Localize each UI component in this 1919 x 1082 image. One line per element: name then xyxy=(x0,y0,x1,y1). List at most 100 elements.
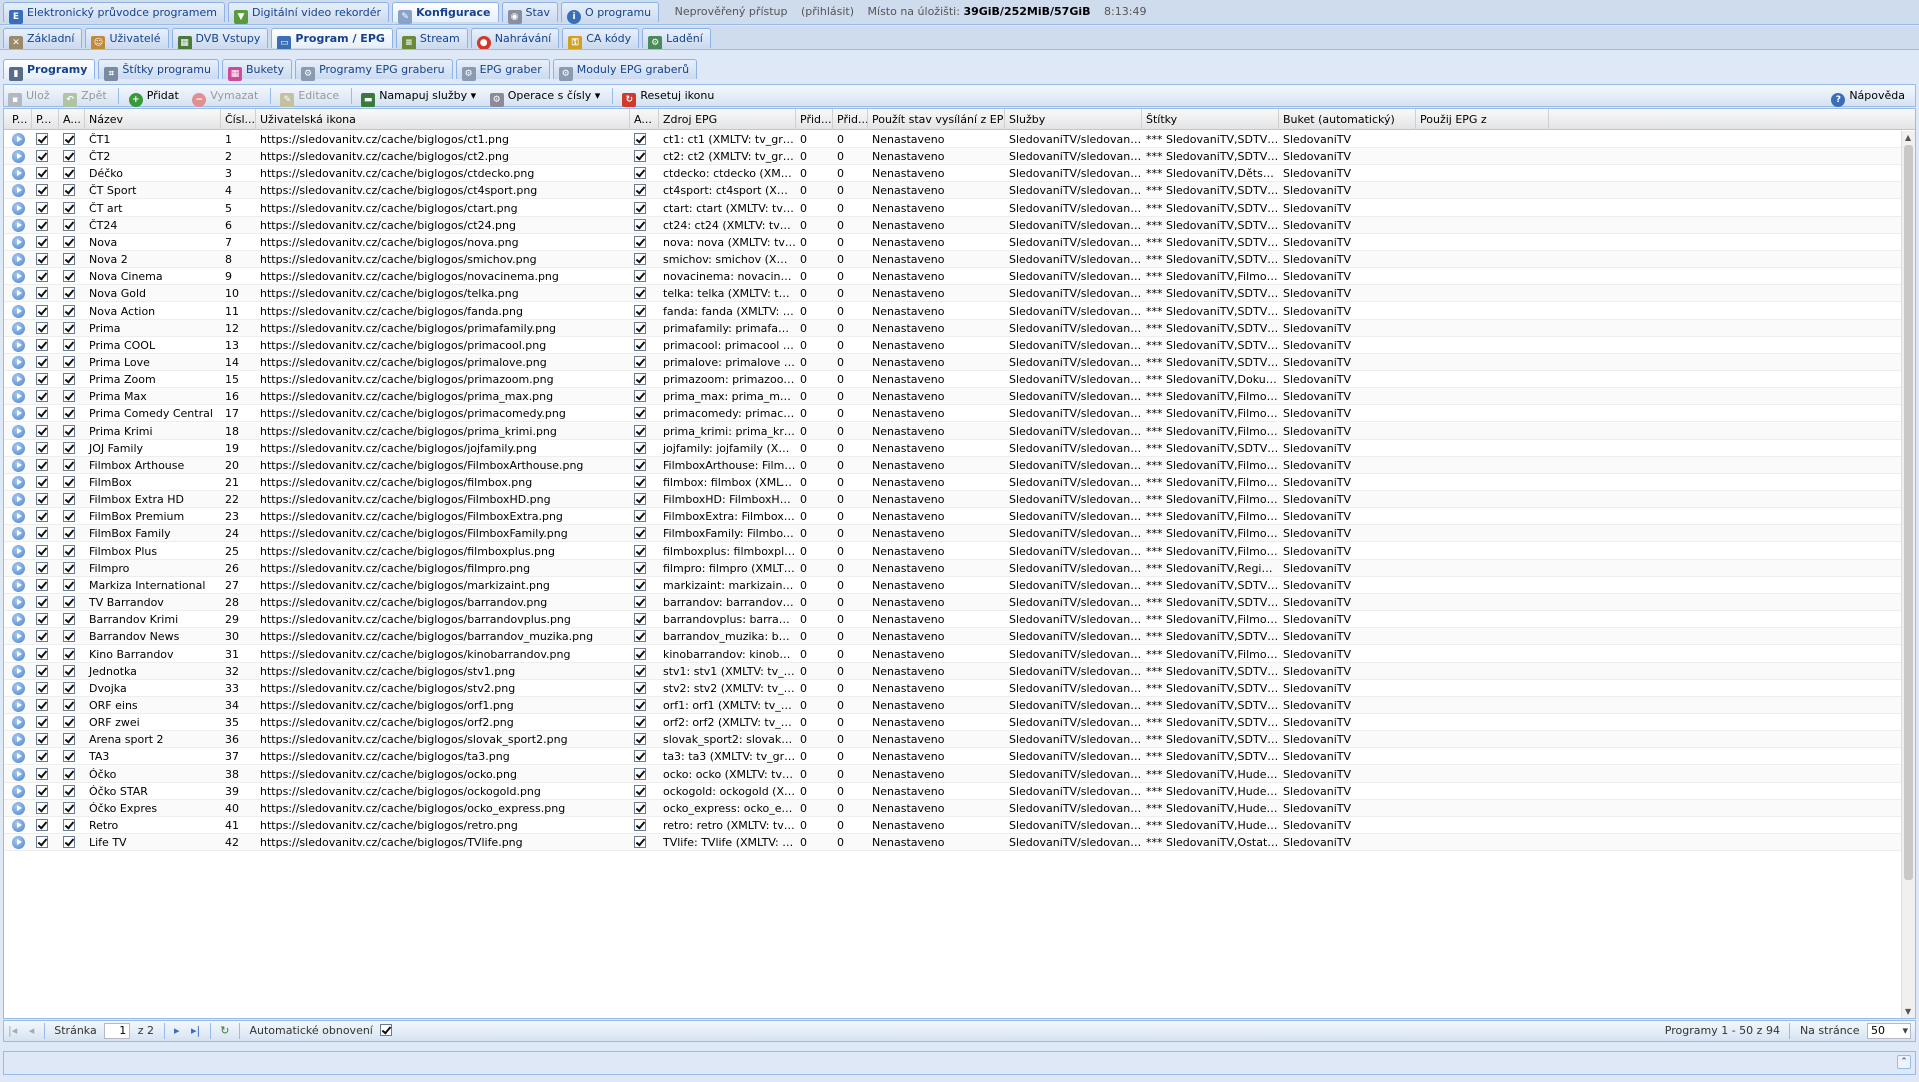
auto-checkbox[interactable] xyxy=(63,201,75,214)
icon-auto-checkbox[interactable] xyxy=(634,716,646,729)
enabled-checkbox[interactable] xyxy=(36,681,48,694)
prev-page-icon[interactable]: ◂ xyxy=(29,1021,35,1041)
icon-auto-checkbox[interactable] xyxy=(634,355,646,368)
auto-checkbox[interactable] xyxy=(63,167,75,180)
tab-tuning[interactable]: ⚙ Ladění xyxy=(642,28,711,49)
icon-auto-checkbox[interactable] xyxy=(634,647,646,660)
table-row[interactable]: Filmbox Plus 25 https://sledovanitv.cz/cac… xyxy=(4,543,1901,560)
help-button[interactable]: ? Nápověda xyxy=(1827,85,1911,107)
play-icon[interactable] xyxy=(12,407,25,421)
table-row[interactable]: Prima Max 16 https://sledovanitv.cz/cache/… xyxy=(4,388,1901,406)
tab-users[interactable]: ☺ Uživatelé xyxy=(85,28,169,49)
column-header[interactable]: Štítky xyxy=(1142,109,1279,130)
enabled-checkbox[interactable] xyxy=(36,544,48,557)
table-row[interactable]: ČT art 5 https://sledovanitv.cz/cache/bigl… xyxy=(4,200,1901,217)
table-row[interactable]: FilmBox Family 24 https://sledovanitv.cz/c… xyxy=(4,525,1901,543)
auto-checkbox[interactable] xyxy=(63,253,75,266)
table-row[interactable]: Óčko STAR 39 https://sledovanitv.cz/cache/… xyxy=(4,783,1901,800)
play-cell[interactable] xyxy=(8,577,32,594)
subtab-grabber-programs[interactable]: ⚙ Programy EPG graberu xyxy=(295,59,453,81)
icon-auto-checkbox[interactable] xyxy=(634,321,646,334)
play-cell[interactable] xyxy=(8,457,32,474)
tab-status[interactable]: ◉ Stav xyxy=(501,2,559,24)
table-row[interactable]: FilmBox 21 https://sledovanitv.cz/cache/bi… xyxy=(4,474,1901,491)
table-row[interactable]: Life TV 42 https://sledovanitv.cz/cache/bi… xyxy=(4,834,1901,852)
subtab-tags[interactable]: ⌗ Štítky programu xyxy=(98,59,219,81)
enabled-checkbox[interactable] xyxy=(36,630,48,643)
enabled-checkbox[interactable] xyxy=(36,510,48,523)
play-cell[interactable] xyxy=(8,560,32,577)
auto-checkbox[interactable] xyxy=(63,235,75,248)
play-icon[interactable] xyxy=(12,784,25,798)
icon-auto-checkbox[interactable] xyxy=(634,441,646,454)
play-cell[interactable] xyxy=(8,748,32,765)
table-row[interactable]: TV Barrandov 28 https://sledovanitv.cz/cac… xyxy=(4,594,1901,612)
save-button[interactable]: ▪ Ulož xyxy=(4,85,56,107)
play-cell[interactable] xyxy=(8,405,32,422)
play-cell[interactable] xyxy=(8,131,32,148)
enabled-checkbox[interactable] xyxy=(36,304,48,317)
play-cell[interactable] xyxy=(8,320,32,337)
play-icon[interactable] xyxy=(12,630,25,644)
auto-checkbox[interactable] xyxy=(63,750,75,763)
play-cell[interactable] xyxy=(8,491,32,508)
auto-checkbox[interactable] xyxy=(63,561,75,574)
play-icon[interactable] xyxy=(12,801,25,815)
icon-auto-checkbox[interactable] xyxy=(634,750,646,763)
table-row[interactable]: ORF zwei 35 https://sledovanitv.cz/cache/b… xyxy=(4,714,1901,732)
enabled-checkbox[interactable] xyxy=(36,424,48,437)
icon-auto-checkbox[interactable] xyxy=(634,664,646,677)
auto-checkbox[interactable] xyxy=(63,733,75,746)
column-header[interactable]: Použij EPG z xyxy=(1416,109,1549,130)
enabled-checkbox[interactable] xyxy=(36,167,48,180)
play-cell[interactable] xyxy=(8,594,32,611)
play-icon[interactable] xyxy=(12,167,25,181)
auto-checkbox[interactable] xyxy=(63,493,75,506)
auto-checkbox[interactable] xyxy=(63,355,75,368)
auto-checkbox[interactable] xyxy=(63,544,75,557)
table-row[interactable]: ČT1 1 https://sledovanitv.cz/cache/biglogo… xyxy=(4,131,1901,148)
table-row[interactable]: ČT2 2 https://sledovanitv.cz/cache/biglogo… xyxy=(4,148,1901,166)
tab-epg[interactable]: E Elektronický průvodce programem xyxy=(3,2,225,24)
enabled-checkbox[interactable] xyxy=(36,253,48,266)
play-icon[interactable] xyxy=(12,819,25,832)
play-cell[interactable] xyxy=(8,234,32,251)
icon-auto-checkbox[interactable] xyxy=(634,338,646,351)
play-icon[interactable] xyxy=(12,716,25,730)
subtab-grabber-modules[interactable]: ⚙ Moduly EPG graberů xyxy=(552,59,698,81)
play-cell[interactable] xyxy=(8,817,32,834)
table-row[interactable]: Déčko 3 https://sledovanitv.cz/cache/biglo… xyxy=(4,165,1901,183)
play-cell[interactable] xyxy=(8,148,32,165)
auto-checkbox[interactable] xyxy=(63,218,75,231)
column-header[interactable]: Zdroj EPG xyxy=(659,109,796,130)
play-icon[interactable] xyxy=(12,733,25,747)
vertical-scrollbar[interactable]: ▲ ▼ xyxy=(1901,131,1915,1018)
auto-checkbox[interactable] xyxy=(63,287,75,300)
icon-auto-checkbox[interactable] xyxy=(634,801,646,814)
icon-auto-checkbox[interactable] xyxy=(634,201,646,214)
table-row[interactable]: Prima Comedy Central 17 https://sledovanit… xyxy=(4,405,1901,423)
play-cell[interactable] xyxy=(8,165,32,182)
column-header[interactable]: P... xyxy=(8,109,32,130)
play-icon[interactable] xyxy=(12,355,25,369)
auto-checkbox[interactable] xyxy=(63,596,75,609)
play-cell[interactable] xyxy=(8,800,32,817)
icon-auto-checkbox[interactable] xyxy=(634,819,646,831)
refresh-icon[interactable]: ↻ xyxy=(220,1021,229,1041)
play-cell[interactable] xyxy=(8,680,32,697)
play-cell[interactable] xyxy=(8,646,32,663)
scroll-down-icon[interactable]: ▼ xyxy=(1905,1007,1911,1016)
table-row[interactable]: Dvojka 33 https://sledovanitv.cz/cache/big… xyxy=(4,680,1901,697)
icon-auto-checkbox[interactable] xyxy=(634,630,646,643)
auto-checkbox[interactable] xyxy=(63,681,75,694)
subtab-programs[interactable]: ▮ Programy xyxy=(3,59,96,81)
tab-program-epg[interactable]: ▭ Program / EPG xyxy=(271,28,393,49)
play-icon[interactable] xyxy=(12,647,25,661)
auto-checkbox[interactable] xyxy=(63,304,75,317)
enabled-checkbox[interactable] xyxy=(36,201,48,214)
icon-auto-checkbox[interactable] xyxy=(634,836,646,849)
auto-checkbox[interactable] xyxy=(63,407,75,420)
edit-button[interactable]: ✎ Editace xyxy=(276,85,345,107)
play-cell[interactable] xyxy=(8,766,32,783)
icon-auto-checkbox[interactable] xyxy=(634,270,646,283)
